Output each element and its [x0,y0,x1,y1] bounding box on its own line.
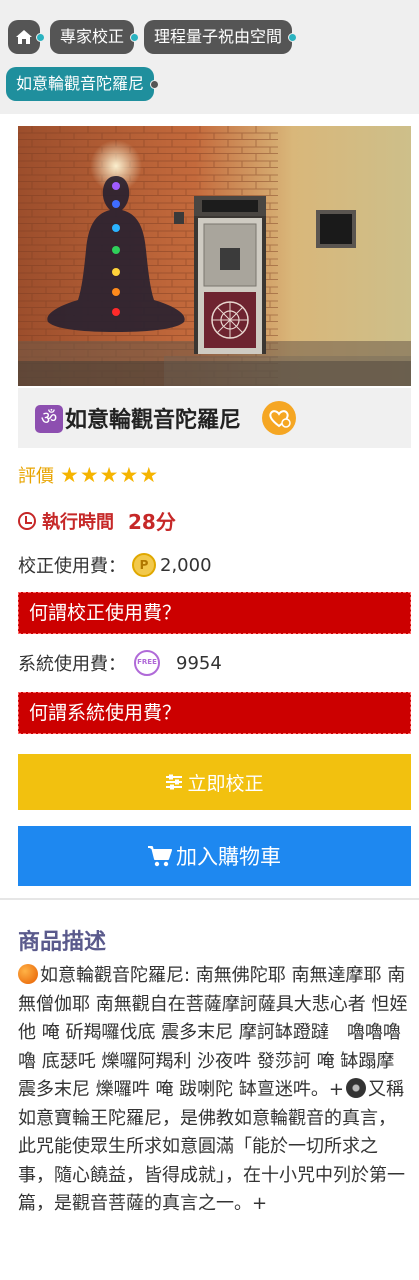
star-icon: ★ [119,462,139,487]
breadcrumb-current[interactable]: 如意輪觀音陀羅尼 [6,67,160,101]
divider [0,898,419,900]
execution-time-value: 28分 [128,510,176,534]
product-image [18,126,411,386]
execution-time: 執行時間 28分 [18,506,176,535]
calibration-fee: 校正使用費： P 2,000 [18,550,212,580]
system-fee-info-link[interactable]: 何謂系統使用費？ [18,692,411,734]
execution-time-label: 執行時間 [42,511,114,533]
rating: 評價 ★ ★ ★ ★ ★ [18,462,159,488]
product-title: 如意輪觀音陀羅尼 [65,408,242,433]
system-fee-value: 9954 [176,652,222,674]
system-fee: 系統使用費： FREE 9954 [18,648,222,678]
breadcrumb-expert-calibration[interactable]: 專家校正 [50,20,140,54]
rating-label: 評價 [18,466,54,487]
star-icon: ★ [79,462,99,487]
calibration-fee-info-link[interactable]: 何謂校正使用費？ [18,592,411,634]
sliders-icon [166,774,183,790]
system-fee-label: 系統使用費： [18,654,126,675]
breadcrumb-home[interactable] [8,20,45,54]
breadcrumb: 專家校正 理程量子祝由空間 如意輪觀音陀羅尼 [0,0,419,114]
orange-ball-icon [18,964,38,984]
add-to-cart-button[interactable]: 加入購物車 [18,826,411,886]
clock-icon [18,511,36,530]
product-title-bar: ॐ 如意輪觀音陀羅尼 [18,388,411,448]
star-icon: ★ [139,462,159,487]
favorite-heart-icon[interactable] [262,401,296,435]
calibrate-now-button[interactable]: 立即校正 [18,754,411,810]
calibration-fee-label: 校正使用費： [18,556,126,577]
star-icon: ★ [60,462,79,487]
cart-icon [148,846,172,867]
home-icon [16,30,32,44]
description-text: 如意輪觀音陀羅尼: 南無佛陀耶 南無達摩耶 南無僧伽耶 南無觀自在菩薩摩訶薩具大… [18,964,408,1214]
star-icon: ★ [99,462,119,487]
free-icon: FREE [134,650,160,676]
breadcrumb-category[interactable]: 理程量子祝由空間 [144,20,298,54]
point-coin-icon: P [132,553,156,577]
description-heading: 商品描述 [18,930,107,955]
disc-icon [345,1078,366,1098]
calibration-fee-value: 2,000 [160,554,212,576]
om-icon: ॐ [35,405,63,433]
